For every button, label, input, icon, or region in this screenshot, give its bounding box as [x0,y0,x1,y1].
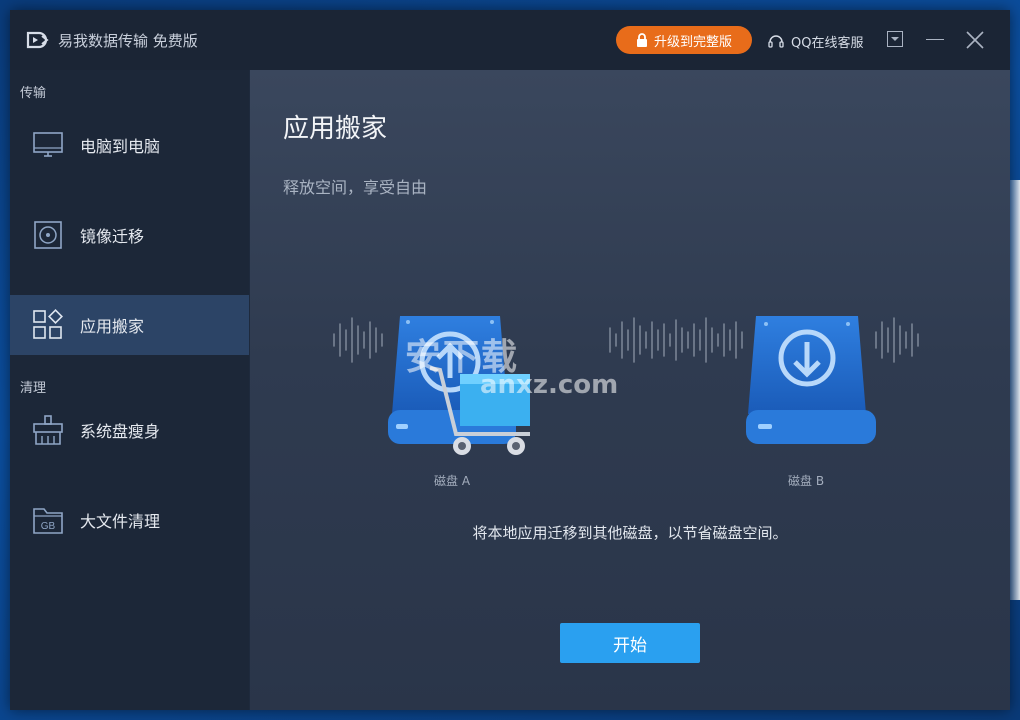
app-logo-icon [26,31,49,49]
qq-support-button[interactable]: QQ在线客服 [767,29,863,53]
sidebar-item-system-slim[interactable]: 系统盘瘦身 [10,400,249,460]
disk-b-graphic [746,316,876,444]
qq-support-label: QQ在线客服 [791,35,864,51]
watermark-subtext: anxz.com [480,370,619,400]
gb-text: GB [41,521,56,532]
sidebar-item-label: 应用搬家 [80,317,145,336]
title-bar: 易我数据传输 免费版 升级到完整版 QQ在线客服 [10,10,1010,70]
apps-icon [33,309,63,339]
minimize-button[interactable] [926,39,944,40]
page-title: 应用搬家 [283,114,388,144]
page-subtitle: 释放空间，享受自由 [283,178,428,197]
disk-a-label: 磁盘 A [434,474,471,488]
app-window: 易我数据传输 免费版 升级到完整版 QQ在线客服 传输 电脑到电脑 镜像迁移 应… [10,10,1010,710]
lock-icon [636,33,647,47]
sidebar: 传输 电脑到电脑 镜像迁移 应用搬家 清理 系统盘瘦身 GB 大文件清理 [10,70,249,710]
sidebar-item-large-file-cleanup[interactable]: GB 大文件清理 [10,490,249,550]
disk-b-label: 磁盘 B [788,474,825,488]
disc-icon [34,221,62,249]
headset-icon [768,35,784,48]
upgrade-label: 升级到完整版 [653,34,732,50]
section-label-cleanup: 清理 [20,381,47,396]
monitor-icon [33,132,63,157]
gb-folder-icon: GB [33,508,63,534]
app-title: 易我数据传输 免费版 [58,31,198,50]
sidebar-item-label: 镜像迁移 [80,227,145,246]
close-icon[interactable] [965,30,985,50]
sidebar-item-pc-to-pc[interactable]: 电脑到电脑 [10,115,249,175]
sidebar-item-label: 电脑到电脑 [80,137,161,156]
start-button[interactable]: 开始 [560,623,700,663]
sidebar-item-image-migration[interactable]: 镜像迁移 [10,205,249,265]
sidebar-item-app-migration[interactable]: 应用搬家 [10,295,249,355]
sidebar-item-label: 系统盘瘦身 [80,422,161,441]
sidebar-item-label: 大文件清理 [80,512,161,531]
upgrade-button[interactable]: 升级到完整版 [616,26,752,54]
chevron-down-icon [891,37,899,41]
dropdown-menu-button[interactable] [887,31,903,47]
section-label-transfer: 传输 [20,86,47,101]
main-panel: 应用搬家 释放空间，享受自由 安下载 anxz.com 磁盘 A 磁盘 B 将本… [250,70,1010,710]
description-text: 将本地应用迁移到其他磁盘，以节省磁盘空间。 [472,524,788,542]
broom-icon [33,415,63,445]
